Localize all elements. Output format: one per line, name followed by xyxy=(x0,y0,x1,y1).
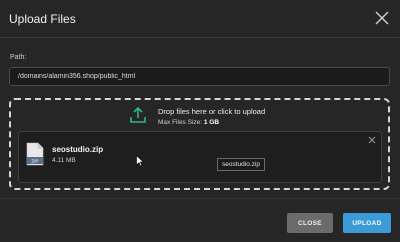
close-button[interactable]: CLOSE xyxy=(287,213,333,233)
max-size-value: 1 GB xyxy=(203,119,220,126)
max-file-size: Max Files Size: 1 GB xyxy=(158,119,219,126)
upload-arrow-icon xyxy=(130,106,146,123)
path-input[interactable] xyxy=(9,67,390,86)
file-size: 4.11 MB xyxy=(52,157,76,164)
path-label: Path: xyxy=(10,54,27,61)
max-size-label: Max Files Size: xyxy=(158,119,203,126)
file-name: seostudio.zip xyxy=(52,145,104,154)
upload-files-modal: Upload Files Path: Drop files here or cl… xyxy=(0,0,400,242)
dropzone-text: Drop files here or click to upload xyxy=(158,107,266,116)
footer-divider xyxy=(0,198,400,199)
file-name-tooltip: seostudio.zip xyxy=(217,158,265,171)
upload-button[interactable]: UPLOAD xyxy=(343,213,391,233)
mouse-cursor-icon xyxy=(136,155,144,167)
zip-file-icon: ZIP xyxy=(26,142,44,166)
modal-title: Upload Files xyxy=(9,12,76,26)
modal-header: Upload Files xyxy=(0,0,400,38)
remove-icon[interactable] xyxy=(368,136,376,144)
file-type-badge: ZIP xyxy=(31,159,38,164)
close-icon[interactable] xyxy=(374,10,390,26)
